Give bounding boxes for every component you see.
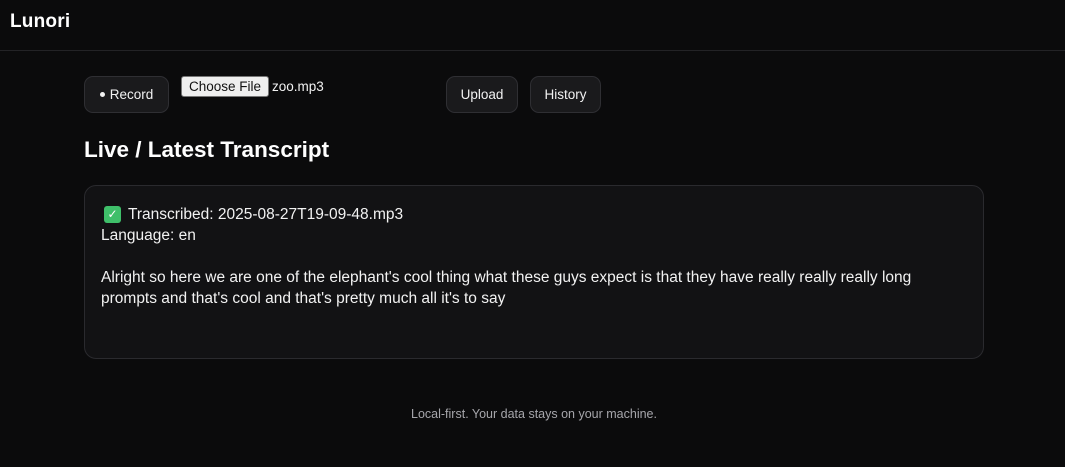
transcript-spacer xyxy=(101,246,967,267)
transcript-status-label: Transcribed: 2025-08-27T19-09-48.mp3 xyxy=(128,206,404,223)
section-title: Live / Latest Transcript xyxy=(84,137,330,162)
transcript-card: ✓ Transcribed: 2025-08-27T19-09-48.mp3 L… xyxy=(84,185,984,359)
transcript-language: Language: en xyxy=(101,227,196,244)
upload-button[interactable]: Upload xyxy=(446,76,518,113)
top-bar: Lunori xyxy=(0,0,1065,51)
app-title: Lunori xyxy=(10,11,71,32)
selected-file-name: zoo.mp3 xyxy=(272,79,324,94)
transcript-status: ✓ Transcribed: 2025-08-27T19-09-48.mp3 xyxy=(101,204,967,225)
check-mark-icon: ✓ xyxy=(104,206,121,223)
choose-file-button[interactable]: Choose File xyxy=(181,76,270,97)
upload-button-label: Upload xyxy=(460,87,504,102)
record-button-label: Record xyxy=(109,87,154,102)
history-button-label: History xyxy=(544,87,587,102)
record-button[interactable]: Record xyxy=(84,76,169,113)
transcript-text: Alright so here we are one of the elepha… xyxy=(101,269,912,307)
history-button[interactable]: History xyxy=(530,76,601,113)
record-dot-icon xyxy=(99,92,105,97)
footer-note: Local-first. Your data stays on your mac… xyxy=(411,407,657,421)
